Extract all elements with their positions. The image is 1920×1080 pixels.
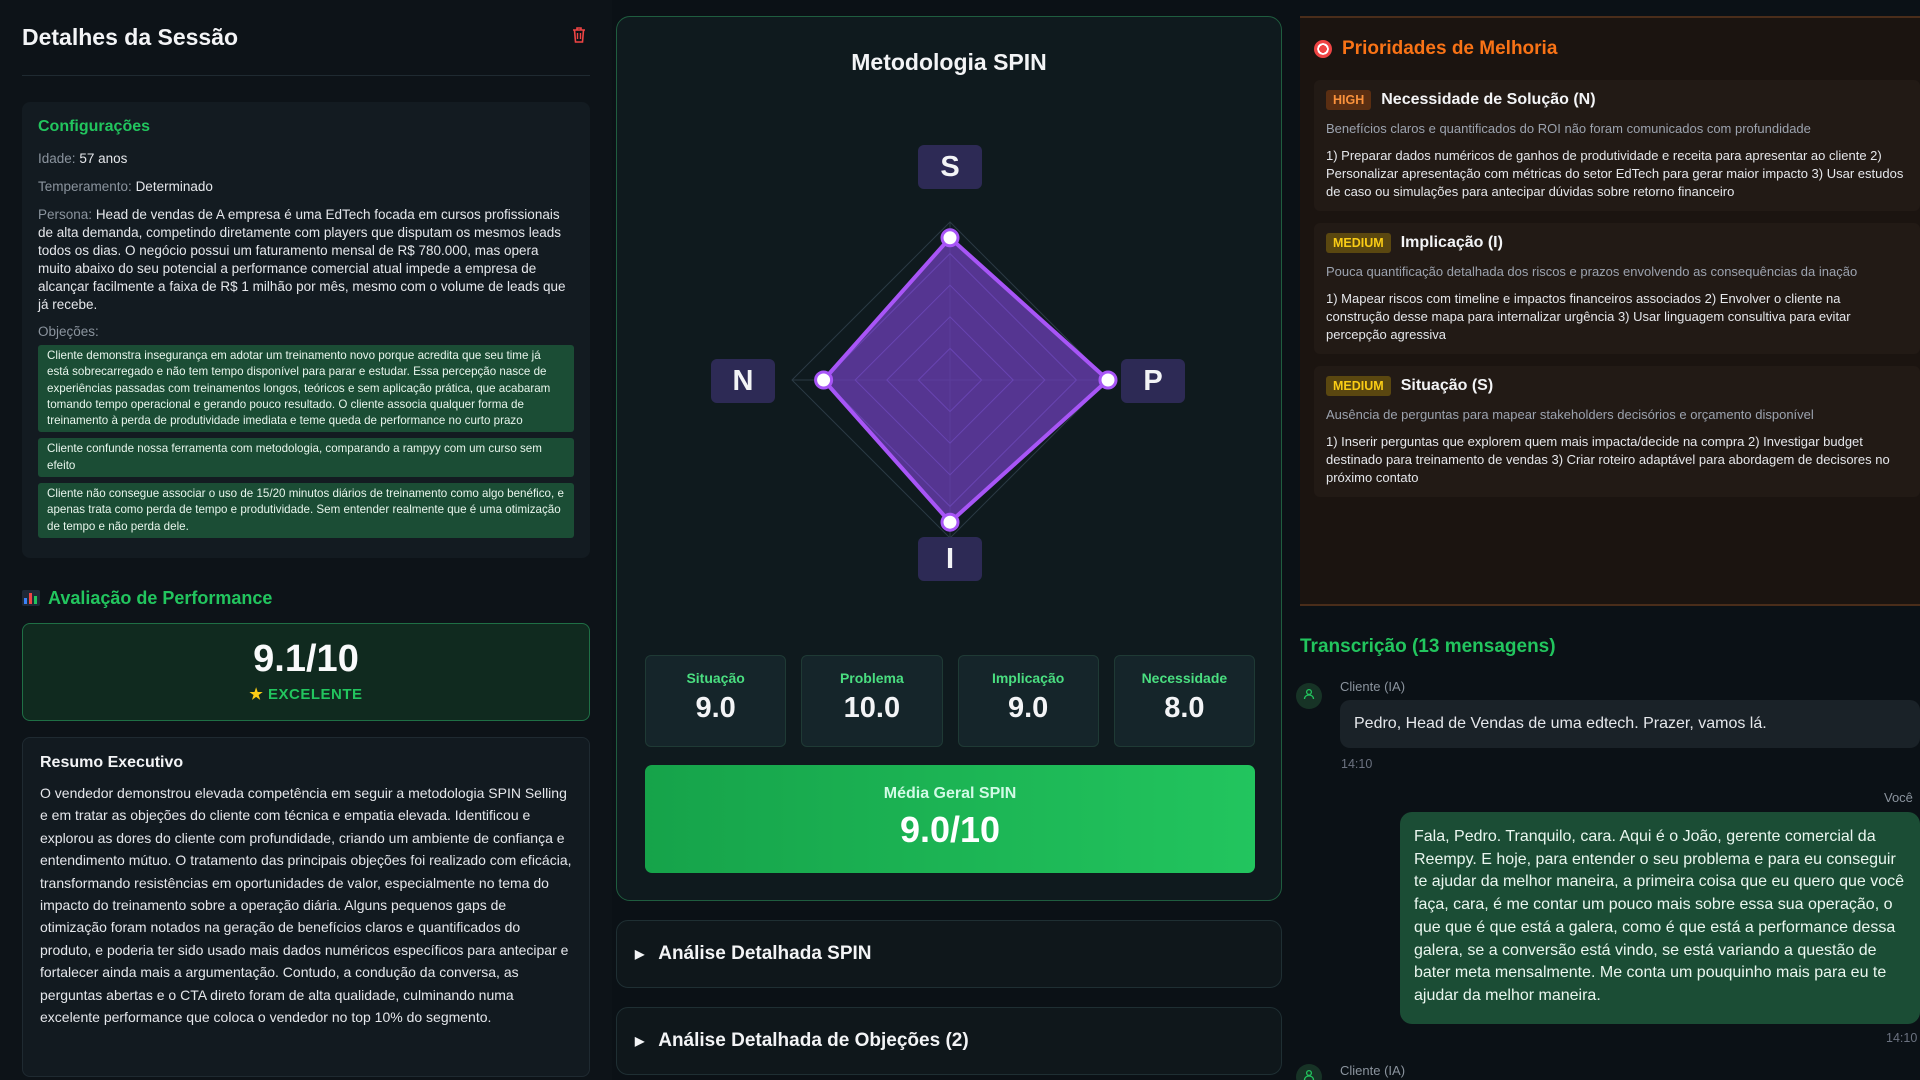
- priority-item: HIGH Necessidade de Solução (N) Benefíci…: [1314, 80, 1920, 211]
- metric-name: Implicação: [991, 670, 1065, 686]
- metric-name: Problema: [839, 670, 904, 686]
- average-value: 9.0/10: [899, 809, 1001, 850]
- session-header: Detalhes da Sessão: [22, 0, 590, 76]
- trash-icon[interactable]: [568, 26, 590, 50]
- priority-head: MEDIUM Situação (S): [1326, 376, 1906, 396]
- metric-situacao: Situação 9.0: [645, 655, 787, 747]
- performance-title: Avaliação de Performance: [48, 587, 273, 608]
- metric-necessidade: Necessidade 8.0: [1113, 655, 1255, 747]
- radar-label-s: S: [918, 145, 982, 189]
- priority-steps: 1) Inserir perguntas que explorem quem m…: [1326, 434, 1890, 485]
- accordion-objections-analysis[interactable]: ▶ Análise Detalhada de Objeções (2): [616, 1007, 1282, 1075]
- metric-problema: Problema 10.0: [801, 655, 943, 747]
- message-author: Cliente (IA): [1340, 1063, 1406, 1078]
- metric-value: 9.0: [1007, 692, 1049, 724]
- age-key: Idade:: [38, 151, 76, 166]
- summary-text: O vendedor demonstrou elevada competênci…: [40, 784, 572, 1026]
- priority-desc: Ausência de perguntas para mapear stakeh…: [1326, 407, 1814, 422]
- executive-summary: Resumo Executivo O vendedor demonstrou e…: [22, 736, 590, 1077]
- age-row: Idade: 57 anos: [38, 150, 574, 168]
- priority-head: MEDIUM Implicação (I): [1326, 233, 1906, 253]
- priority-desc: Pouca quantificação detalhada dos riscos…: [1326, 264, 1858, 279]
- radar-label-p: P: [1121, 359, 1185, 403]
- bar-chart-icon: [22, 590, 40, 607]
- priority-badge: MEDIUM: [1326, 376, 1391, 396]
- radar-data-area: [821, 235, 1110, 525]
- radar-label-n: N: [711, 359, 775, 403]
- config-title: Configurações: [38, 118, 151, 135]
- priority-badge: HIGH: [1326, 90, 1372, 110]
- radar-point-i: [940, 512, 960, 532]
- user-icon: [1296, 683, 1322, 709]
- radar-point-n: [814, 370, 834, 390]
- priorities-panel: Prioridades de Melhoria HIGH Necessidade…: [1300, 16, 1920, 606]
- spin-radar-chart: S P I N: [617, 145, 1283, 607]
- summary-title: Resumo Executivo: [40, 753, 184, 771]
- metric-implicacao: Implicação 9.0: [957, 655, 1099, 747]
- spin-card: Metodologia SPIN S P I N Situação 9.0 Pr…: [616, 16, 1282, 901]
- accordion-label: Análise Detalhada SPIN: [658, 943, 872, 964]
- user-message: Fala, Pedro. Tranquilo, cara. Aqui é o J…: [1400, 812, 1920, 1024]
- priority-head: HIGH Necessidade de Solução (N): [1326, 90, 1906, 110]
- performance-heading: Avaliação de Performance: [22, 588, 590, 609]
- accordion-spin-analysis[interactable]: ▶ Análise Detalhada SPIN: [616, 920, 1282, 988]
- objection-item: Cliente demonstra insegurança em adotar …: [38, 345, 574, 433]
- overall-score: 9.1/10: [253, 637, 359, 680]
- priority-item: MEDIUM Situação (S) Ausência de pergunta…: [1314, 366, 1920, 497]
- objections-label: Objeções:: [38, 324, 99, 339]
- objection-item: Cliente confunde nossa ferramenta com me…: [38, 438, 574, 478]
- persona-key: Persona:: [38, 207, 93, 222]
- radar-point-p: [1098, 370, 1118, 390]
- user-icon: [1296, 1064, 1322, 1080]
- spin-title: Metodologia SPIN: [851, 49, 1047, 75]
- client-message: Pedro, Head de Vendas de uma edtech. Pra…: [1340, 700, 1920, 748]
- radar-point-s: [940, 228, 960, 248]
- config-card: Configurações Idade: 57 anos Temperament…: [22, 102, 590, 558]
- age-value: 57 anos: [79, 151, 128, 166]
- message-time: 14:10: [1341, 757, 1373, 771]
- session-title: Detalhes da Sessão: [22, 24, 239, 50]
- session-details-panel: Detalhes da Sessão Configurações Idade: …: [0, 0, 612, 1080]
- priority-steps: 1) Mapear riscos com timeline e impactos…: [1326, 291, 1851, 342]
- temper-value: Determinado: [135, 179, 213, 194]
- radar-label-i: I: [918, 537, 982, 581]
- priority-item: MEDIUM Implicação (I) Pouca quantificaçã…: [1314, 223, 1920, 354]
- priority-name: Situação (S): [1400, 377, 1494, 394]
- chevron-right-icon: ▶: [635, 947, 645, 961]
- temper-row: Temperamento: Determinado: [38, 178, 574, 196]
- metric-name: Necessidade: [1141, 670, 1228, 686]
- priority-steps: 1) Preparar dados numéricos de ganhos de…: [1326, 148, 1904, 199]
- message-author: Cliente (IA): [1340, 679, 1406, 694]
- rating-text: EXCELENTE: [268, 685, 363, 703]
- spin-average-card: Média Geral SPIN 9.0/10: [645, 765, 1255, 873]
- accordion-label: Análise Detalhada de Objeções (2): [658, 1030, 969, 1051]
- persona-row: Persona: Head de vendas de A empresa é u…: [38, 206, 574, 314]
- priority-desc: Benefícios claros e quantificados do ROI…: [1326, 121, 1811, 136]
- metric-value: 8.0: [1164, 692, 1205, 724]
- priority-badge: MEDIUM: [1326, 233, 1391, 253]
- star-icon: ★: [249, 685, 264, 703]
- score-rating: ★ EXCELENTE: [23, 685, 589, 703]
- transcript-title: Transcrição (13 mensagens): [1300, 636, 1556, 657]
- target-icon: [1314, 40, 1332, 58]
- priority-name: Necessidade de Solução (N): [1381, 91, 1596, 108]
- average-label: Média Geral SPIN: [883, 785, 1017, 802]
- priority-name: Implicação (I): [1400, 234, 1503, 251]
- priorities-heading: Prioridades de Melhoria: [1314, 18, 1920, 80]
- persona-value: Head de vendas de A empresa é uma EdTech…: [38, 207, 566, 312]
- metric-value: 9.0: [695, 692, 736, 724]
- message-time: 14:10: [1886, 1031, 1918, 1045]
- priorities-title: Prioridades de Melhoria: [1342, 38, 1558, 59]
- metric-name: Situação: [686, 670, 745, 686]
- metric-value: 10.0: [843, 692, 901, 724]
- spin-metrics: Situação 9.0 Problema 10.0 Implicação 9.…: [645, 655, 1255, 747]
- chevron-right-icon: ▶: [635, 1034, 645, 1048]
- message-author: Você: [1884, 790, 1913, 805]
- score-card: 9.1/10 ★ EXCELENTE: [22, 622, 590, 721]
- objection-item: Cliente não consegue associar o uso de 1…: [38, 483, 574, 538]
- temper-key: Temperamento:: [38, 179, 132, 194]
